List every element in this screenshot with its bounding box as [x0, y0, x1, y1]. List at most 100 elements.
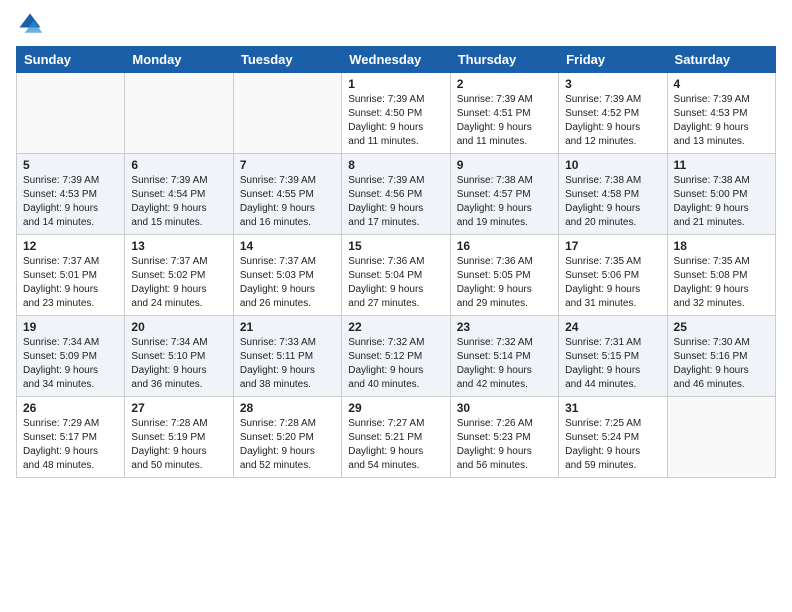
day-number: 17 — [565, 239, 660, 253]
calendar-cell: 28 Sunrise: 7:28 AM Sunset: 5:20 PM Dayli… — [233, 397, 341, 478]
day-number: 19 — [23, 320, 118, 334]
calendar-cell: 19 Sunrise: 7:34 AM Sunset: 5:09 PM Dayli… — [17, 316, 125, 397]
calendar-cell: 16Sunrise: 7:36 AM Sunset: 5:05 PM Dayli… — [450, 235, 558, 316]
day-info: Sunrise: 7:32 AM Sunset: 5:14 PM Dayligh… — [457, 336, 552, 392]
calendar-cell: 9 Sunrise: 7:38 AM Sunset: 4:57 PM Daylig… — [450, 154, 558, 235]
day-number: 11 — [674, 158, 769, 172]
day-number: 28 — [240, 401, 335, 415]
day-info: Sunrise: 7:37 AM Sunset: 5:01 PM Dayligh… — [23, 255, 118, 311]
calendar-cell: 26Sunrise: 7:29 AM Sunset: 5:17 PM Dayli… — [17, 397, 125, 478]
calendar-cell: 22 Sunrise: 7:32 AM Sunset: 5:12 PM Dayli… — [342, 316, 450, 397]
calendar-cell: 31 Sunrise: 7:25 AM Sunset: 5:24 PM Dayli… — [559, 397, 667, 478]
day-info: Sunrise: 7:39 AM Sunset: 4:53 PM Dayligh… — [674, 93, 769, 149]
calendar-cell: 17Sunrise: 7:35 AM Sunset: 5:06 PM Dayli… — [559, 235, 667, 316]
weekday-header-wednesday: Wednesday — [342, 47, 450, 73]
day-number: 13 — [131, 239, 226, 253]
day-number: 14 — [240, 239, 335, 253]
weekday-header-thursday: Thursday — [450, 47, 558, 73]
day-info: Sunrise: 7:39 AM Sunset: 4:52 PM Dayligh… — [565, 93, 660, 149]
calendar-cell: 27 Sunrise: 7:28 AM Sunset: 5:19 PM Dayli… — [125, 397, 233, 478]
day-number: 6 — [131, 158, 226, 172]
logo-icon — [16, 10, 44, 38]
day-info: Sunrise: 7:31 AM Sunset: 5:15 PM Dayligh… — [565, 336, 660, 392]
day-number: 5 — [23, 158, 118, 172]
day-number: 30 — [457, 401, 552, 415]
day-number: 31 — [565, 401, 660, 415]
calendar-cell: 4Sunrise: 7:39 AM Sunset: 4:53 PM Daylig… — [667, 73, 775, 154]
day-info: Sunrise: 7:34 AM Sunset: 5:09 PM Dayligh… — [23, 336, 118, 392]
day-number: 27 — [131, 401, 226, 415]
day-info: Sunrise: 7:37 AM Sunset: 5:02 PM Dayligh… — [131, 255, 226, 311]
calendar-cell: 29 Sunrise: 7:27 AM Sunset: 5:21 PM Dayli… — [342, 397, 450, 478]
week-row-4: 19 Sunrise: 7:34 AM Sunset: 5:09 PM Dayli… — [17, 316, 776, 397]
day-info: Sunrise: 7:28 AM Sunset: 5:19 PM Dayligh… — [131, 417, 226, 473]
day-info: Sunrise: 7:39 AM Sunset: 4:55 PM Dayligh… — [240, 174, 335, 230]
day-info: Sunrise: 7:33 AM Sunset: 5:11 PM Dayligh… — [240, 336, 335, 392]
calendar-table: SundayMondayTuesdayWednesdayThursdayFrid… — [16, 46, 776, 478]
day-number: 23 — [457, 320, 552, 334]
week-row-5: 26Sunrise: 7:29 AM Sunset: 5:17 PM Dayli… — [17, 397, 776, 478]
calendar-cell: 3 Sunrise: 7:39 AM Sunset: 4:52 PM Daylig… — [559, 73, 667, 154]
day-number: 7 — [240, 158, 335, 172]
day-info: Sunrise: 7:32 AM Sunset: 5:12 PM Dayligh… — [348, 336, 443, 392]
day-number: 12 — [23, 239, 118, 253]
day-number: 1 — [348, 77, 443, 91]
day-info: Sunrise: 7:38 AM Sunset: 4:58 PM Dayligh… — [565, 174, 660, 230]
day-number: 25 — [674, 320, 769, 334]
calendar-cell — [233, 73, 341, 154]
weekday-header-monday: Monday — [125, 47, 233, 73]
day-number: 18 — [674, 239, 769, 253]
weekday-header-friday: Friday — [559, 47, 667, 73]
day-info: Sunrise: 7:39 AM Sunset: 4:53 PM Dayligh… — [23, 174, 118, 230]
day-info: Sunrise: 7:39 AM Sunset: 4:50 PM Dayligh… — [348, 93, 443, 149]
day-info: Sunrise: 7:34 AM Sunset: 5:10 PM Dayligh… — [131, 336, 226, 392]
calendar-cell — [17, 73, 125, 154]
day-number: 16 — [457, 239, 552, 253]
calendar-cell: 14 Sunrise: 7:37 AM Sunset: 5:03 PM Dayli… — [233, 235, 341, 316]
day-number: 8 — [348, 158, 443, 172]
day-info: Sunrise: 7:35 AM Sunset: 5:08 PM Dayligh… — [674, 255, 769, 311]
calendar-cell: 5 Sunrise: 7:39 AM Sunset: 4:53 PM Daylig… — [17, 154, 125, 235]
calendar-cell: 12 Sunrise: 7:37 AM Sunset: 5:01 PM Dayli… — [17, 235, 125, 316]
calendar-cell: 2 Sunrise: 7:39 AM Sunset: 4:51 PM Daylig… — [450, 73, 558, 154]
day-number: 2 — [457, 77, 552, 91]
day-number: 22 — [348, 320, 443, 334]
day-number: 29 — [348, 401, 443, 415]
day-number: 21 — [240, 320, 335, 334]
calendar-cell: 6 Sunrise: 7:39 AM Sunset: 4:54 PM Daylig… — [125, 154, 233, 235]
calendar-cell: 8 Sunrise: 7:39 AM Sunset: 4:56 PM Daylig… — [342, 154, 450, 235]
day-info: Sunrise: 7:26 AM Sunset: 5:23 PM Dayligh… — [457, 417, 552, 473]
calendar-cell: 13 Sunrise: 7:37 AM Sunset: 5:02 PM Dayli… — [125, 235, 233, 316]
day-info: Sunrise: 7:30 AM Sunset: 5:16 PM Dayligh… — [674, 336, 769, 392]
calendar-cell: 24 Sunrise: 7:31 AM Sunset: 5:15 PM Dayli… — [559, 316, 667, 397]
calendar-cell: 23 Sunrise: 7:32 AM Sunset: 5:14 PM Dayli… — [450, 316, 558, 397]
calendar-cell: 11Sunrise: 7:38 AM Sunset: 5:00 PM Dayli… — [667, 154, 775, 235]
week-row-1: 1 Sunrise: 7:39 AM Sunset: 4:50 PM Daylig… — [17, 73, 776, 154]
day-info: Sunrise: 7:39 AM Sunset: 4:54 PM Dayligh… — [131, 174, 226, 230]
day-info: Sunrise: 7:37 AM Sunset: 5:03 PM Dayligh… — [240, 255, 335, 311]
weekday-header-sunday: Sunday — [17, 47, 125, 73]
day-number: 10 — [565, 158, 660, 172]
day-number: 24 — [565, 320, 660, 334]
weekday-header-saturday: Saturday — [667, 47, 775, 73]
day-info: Sunrise: 7:38 AM Sunset: 4:57 PM Dayligh… — [457, 174, 552, 230]
calendar-cell: 21 Sunrise: 7:33 AM Sunset: 5:11 PM Dayli… — [233, 316, 341, 397]
day-info: Sunrise: 7:27 AM Sunset: 5:21 PM Dayligh… — [348, 417, 443, 473]
day-info: Sunrise: 7:39 AM Sunset: 4:56 PM Dayligh… — [348, 174, 443, 230]
day-number: 15 — [348, 239, 443, 253]
week-row-3: 12 Sunrise: 7:37 AM Sunset: 5:01 PM Dayli… — [17, 235, 776, 316]
day-info: Sunrise: 7:39 AM Sunset: 4:51 PM Dayligh… — [457, 93, 552, 149]
calendar-cell — [667, 397, 775, 478]
day-info: Sunrise: 7:25 AM Sunset: 5:24 PM Dayligh… — [565, 417, 660, 473]
calendar-header-row: SundayMondayTuesdayWednesdayThursdayFrid… — [17, 47, 776, 73]
day-number: 9 — [457, 158, 552, 172]
calendar-cell: 7 Sunrise: 7:39 AM Sunset: 4:55 PM Daylig… — [233, 154, 341, 235]
calendar-cell: 1 Sunrise: 7:39 AM Sunset: 4:50 PM Daylig… — [342, 73, 450, 154]
logo — [16, 10, 48, 38]
page: SundayMondayTuesdayWednesdayThursdayFrid… — [0, 0, 792, 494]
day-number: 26 — [23, 401, 118, 415]
day-info: Sunrise: 7:28 AM Sunset: 5:20 PM Dayligh… — [240, 417, 335, 473]
calendar-cell — [125, 73, 233, 154]
day-number: 3 — [565, 77, 660, 91]
calendar-cell: 18 Sunrise: 7:35 AM Sunset: 5:08 PM Dayli… — [667, 235, 775, 316]
